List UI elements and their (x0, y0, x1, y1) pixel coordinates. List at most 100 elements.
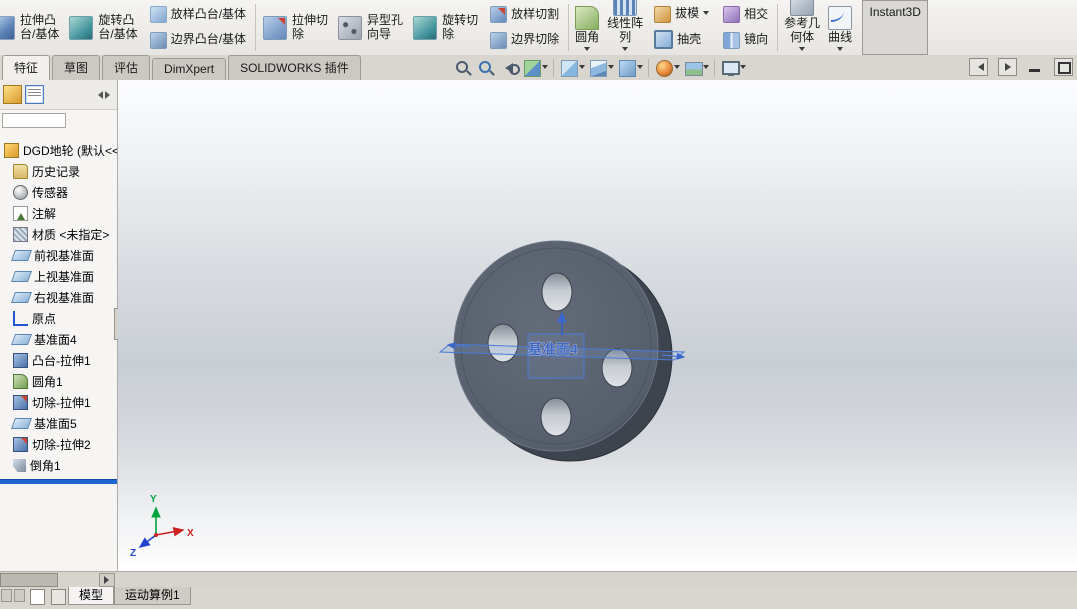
material-icon (13, 227, 28, 242)
apply-scene-button[interactable] (682, 57, 710, 79)
tree-item-material[interactable]: 材质 <未指定> (0, 224, 117, 245)
collapse-left-button[interactable] (969, 58, 988, 76)
loft-cut-label: 放样切割 (511, 6, 560, 21)
instant3d-toggle[interactable]: Instant3D (862, 0, 929, 55)
reference-geometry-label: 参考几 何体 (784, 16, 821, 45)
curves-button[interactable]: 曲线 (824, 0, 856, 55)
reference-geometry-icon (790, 0, 815, 17)
tab-dimxpert[interactable]: DimXpert (152, 58, 227, 80)
zoom-fit-button[interactable] (452, 57, 474, 79)
hole-top[interactable] (541, 272, 573, 312)
tree-item-plane5[interactable]: 基准面5 (0, 413, 117, 434)
draft-button[interactable]: 拔模 (651, 5, 712, 24)
tab-motion-study[interactable]: 运动算例1 (114, 587, 191, 605)
tree-item-boss-extrude1[interactable]: 凸台-拉伸1 (0, 350, 117, 371)
triad-origin (154, 533, 158, 537)
shell-button[interactable]: 抽壳 (651, 29, 712, 50)
tree-item-chamfer1[interactable]: 倒角1 (0, 455, 117, 476)
tab-model[interactable]: 模型 (68, 587, 115, 605)
plane-icon (10, 292, 33, 303)
chevron-down-icon (637, 65, 643, 72)
fillet-label: 圆角 (575, 30, 600, 45)
graphics-viewport[interactable]: 基准面4 Y X Z (118, 80, 1077, 572)
horizontal-scrollbar[interactable] (0, 571, 1077, 587)
chevron-right-icon (105, 90, 114, 99)
boundary-boss-icon (149, 31, 167, 49)
shell-icon (654, 30, 674, 50)
tree-item-top-plane[interactable]: 上视基准面 (0, 266, 117, 287)
tree-item-origin[interactable]: 原点 (0, 308, 117, 329)
split-handle-icon[interactable] (14, 589, 25, 602)
collapse-right-button[interactable] (998, 58, 1017, 76)
loft-boss-label: 放样凸台/基体 (170, 6, 247, 21)
intersect-button[interactable]: 相交 (720, 5, 771, 24)
plane-label: 基准面4 (528, 341, 578, 357)
hole-left[interactable] (487, 323, 519, 363)
tree-item-label: 原点 (32, 312, 57, 326)
panel-tab-bar (0, 80, 117, 110)
pane-window-buttons (969, 58, 1073, 76)
pane-scroll-arrows[interactable] (94, 90, 114, 99)
features-ribbon: 拉伸凸 台/基体 旋转凸 台/基体 放样凸台/基体 边界凸台/基体 拉伸切 除 … (0, 0, 1077, 56)
tab-features[interactable]: 特征 (2, 55, 51, 80)
revolve-cut-button[interactable]: 旋转切 除 (408, 0, 483, 55)
loft-cut-button[interactable]: 放样切割 (487, 5, 562, 24)
tree-item-fillet1[interactable]: 圆角1 (0, 371, 117, 392)
boundary-cut-button[interactable]: 边界切除 (487, 31, 562, 50)
split-handle-icon[interactable] (1, 589, 12, 602)
tree-item-plane4[interactable]: 基准面4 (0, 329, 117, 350)
display-pane-tab-icon[interactable] (25, 85, 44, 104)
toolbar-separator (714, 59, 715, 77)
extrude-boss-button[interactable]: 拉伸凸 台/基体 (0, 0, 64, 55)
tree-item-cut-extrude1[interactable]: 切除-拉伸1 (0, 392, 117, 413)
extrude-cut-button[interactable]: 拉伸切 除 (258, 0, 333, 55)
extrude-boss-icon (0, 15, 15, 40)
chevron-down-icon (703, 65, 709, 72)
tree-item-annotations[interactable]: 注解 (0, 203, 117, 224)
minimize-icon[interactable] (1027, 59, 1044, 75)
hole-wizard-button[interactable]: 异型孔 向导 (333, 0, 408, 55)
tree-item-history[interactable]: 历史记录 (0, 161, 117, 182)
boundary-cut-label: 边界切除 (511, 32, 560, 47)
extrude-boss-label: 拉伸凸 台/基体 (20, 12, 60, 41)
tree-item-sensors[interactable]: 传感器 (0, 182, 117, 203)
intersect-mirror-stack: 相交 镜向 (716, 0, 775, 55)
plane-icon (10, 250, 33, 261)
tree-item-front-plane[interactable]: 前视基准面 (0, 245, 117, 266)
scroll-right-button[interactable] (99, 573, 115, 587)
tab-evaluate[interactable]: 评估 (102, 55, 151, 80)
hide-show-items-button[interactable] (616, 57, 644, 79)
boss-stack: 放样凸台/基体 边界凸台/基体 (143, 0, 253, 55)
display-style-button[interactable] (587, 57, 615, 79)
x-axis (155, 527, 185, 537)
tab-addins[interactable]: SOLIDWORKS 插件 (228, 55, 361, 80)
linear-pattern-button[interactable]: 线性阵 列 (603, 0, 647, 55)
section-view-button[interactable] (521, 57, 549, 79)
feature-tree-tab-icon[interactable] (3, 85, 22, 104)
loft-boss-button[interactable]: 放样凸台/基体 (147, 5, 249, 24)
reference-geometry-button[interactable]: 参考几 何体 (780, 0, 824, 55)
extrude-cut-icon (263, 15, 288, 40)
tab-sketch[interactable]: 草图 (52, 55, 101, 80)
boundary-boss-button[interactable]: 边界凸台/基体 (147, 31, 249, 50)
zoom-area-button[interactable] (475, 57, 497, 79)
tree-item-part-root[interactable]: DGD地轮 (默认<< (0, 140, 117, 161)
rollback-bar[interactable] (0, 479, 117, 484)
edit-appearance-icon (654, 58, 674, 78)
scrollbar-thumb[interactable] (0, 573, 58, 587)
loft-boss-icon (149, 6, 167, 24)
hole-bottom[interactable] (540, 397, 572, 437)
restore-icon[interactable] (1054, 58, 1073, 76)
mirror-button[interactable]: 镜向 (720, 31, 771, 50)
revolve-boss-button[interactable]: 旋转凸 台/基体 (64, 0, 142, 55)
tree-item-cut-extrude2[interactable]: 切除-拉伸2 (0, 434, 117, 455)
model-sheet-icon (30, 589, 45, 605)
tree-item-right-plane[interactable]: 右视基准面 (0, 287, 117, 308)
view-orientation-button[interactable] (558, 57, 586, 79)
model-canvas[interactable]: 基准面4 Y X Z (118, 80, 1077, 572)
view-settings-button[interactable] (719, 57, 747, 79)
edit-appearance-button[interactable] (653, 57, 681, 79)
fillet-button[interactable]: 圆角 (571, 0, 603, 55)
previous-view-button[interactable] (498, 57, 520, 79)
tree-filter-box[interactable] (2, 113, 66, 128)
